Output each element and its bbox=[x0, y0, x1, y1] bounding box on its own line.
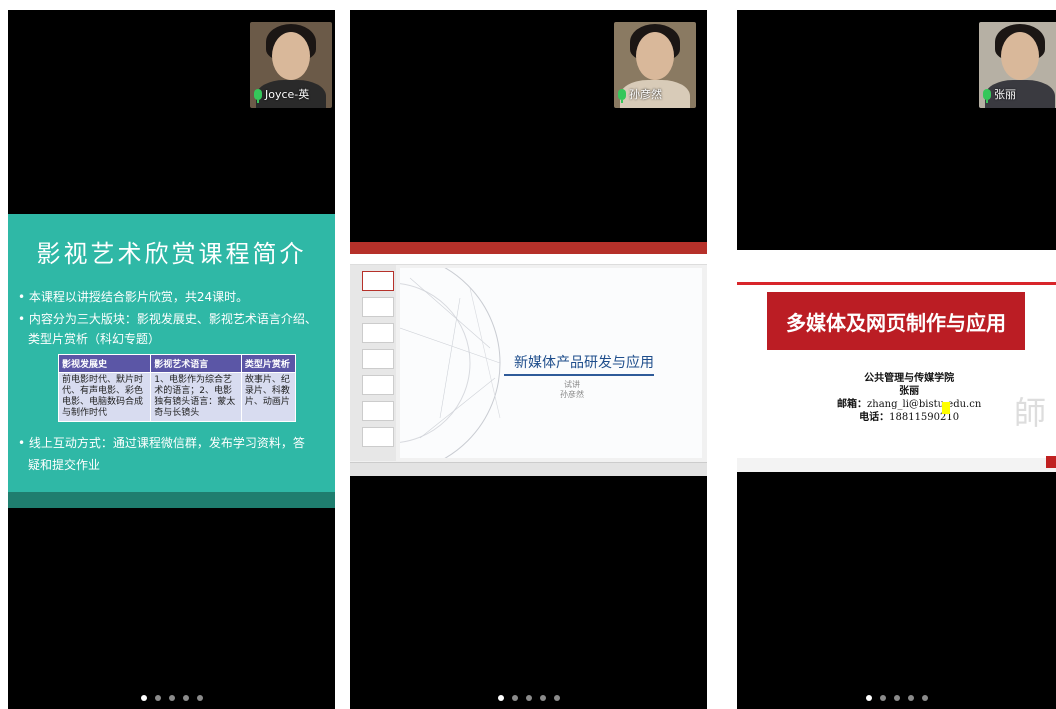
ppt-title-bar bbox=[350, 242, 707, 254]
ppt-status-bar bbox=[350, 462, 707, 476]
ppt-slide-thumbnails bbox=[350, 265, 396, 461]
page-dot[interactable] bbox=[865, 695, 872, 701]
table-header: 类型片赏析 bbox=[240, 354, 297, 373]
slide-corner-tab bbox=[1046, 456, 1056, 468]
video-panel-1[interactable]: Joyce-英 影视艺术欣赏课程简介 • 本课程以讲授结合影片欣赏，共24课时。… bbox=[8, 10, 335, 709]
slide-bullet: • 线上互动方式：通过课程微信群，发布学习资料，答 bbox=[18, 436, 305, 450]
participant-name: 孙彦然 bbox=[629, 88, 662, 101]
table-cell: 1、电影作为综合艺术的语言；2、电影独有镜头语言：蒙太奇与长镜头 bbox=[150, 372, 242, 422]
email-line: 邮箱：zhang_li@bistu.edu.cn bbox=[837, 398, 981, 411]
page-dot[interactable] bbox=[921, 695, 928, 701]
shared-powerpoint-window: 新媒体产品研发与应用 试讲 孙彦然 bbox=[350, 242, 707, 476]
page-dot[interactable] bbox=[511, 695, 518, 701]
ppt-subtitle: 试讲 孙彦然 bbox=[560, 380, 584, 400]
page-dot[interactable] bbox=[140, 695, 147, 701]
participant-label-3: 张丽 bbox=[983, 86, 1016, 103]
slide-title: 影视艺术欣赏课程简介 bbox=[36, 240, 307, 268]
participant-name: 张丽 bbox=[994, 88, 1016, 101]
mic-icon bbox=[983, 88, 991, 103]
highlight-mark bbox=[942, 402, 950, 414]
page-dot[interactable] bbox=[154, 695, 161, 701]
ppt-subtitle-line: 试讲 bbox=[564, 380, 580, 389]
table-cell: 故事片、纪录片、科教片、动画片 bbox=[240, 372, 297, 422]
slide-footer-strip bbox=[8, 492, 335, 508]
table-header: 影视艺术语言 bbox=[150, 354, 242, 373]
ppt-slide-thumb bbox=[362, 375, 394, 395]
slide-accent-line bbox=[737, 282, 1056, 285]
watermark-graphic: 師 bbox=[1013, 394, 1046, 432]
participant-thumbnail-1[interactable]: Joyce-英 bbox=[250, 22, 332, 108]
slide-bullet: • 内容分为三大版块：影视发展史、影视艺术语言介绍、 bbox=[18, 312, 317, 326]
shared-slide-1: 影视艺术欣赏课程简介 • 本课程以讲授结合影片欣赏，共24课时。 • 内容分为三… bbox=[8, 214, 335, 508]
page-indicator bbox=[350, 695, 707, 701]
participant-face bbox=[1001, 32, 1039, 80]
participant-label-2: 孙彦然 bbox=[618, 86, 662, 103]
ppt-slide-thumb bbox=[362, 401, 394, 421]
participant-face bbox=[272, 32, 310, 80]
presenter-info: 公共管理与传媒学院 张丽 邮箱：zhang_li@bistu.edu.cn 电话… bbox=[837, 372, 981, 424]
page-dot[interactable] bbox=[182, 695, 189, 701]
school-name: 公共管理与传媒学院 bbox=[864, 373, 955, 384]
page-dot[interactable] bbox=[893, 695, 900, 701]
page-dot[interactable] bbox=[907, 695, 914, 701]
participant-label-1: Joyce-英 bbox=[254, 86, 310, 103]
table-cell: 前电影时代、默片时代、有声电影、彩色电影、电脑数码合成与制作时代 bbox=[57, 372, 152, 422]
ppt-title-underline bbox=[504, 374, 654, 376]
ppt-slide-thumb bbox=[362, 271, 394, 291]
ppt-slide-canvas: 新媒体产品研发与应用 试讲 孙彦然 bbox=[400, 268, 702, 458]
page-dot[interactable] bbox=[497, 695, 504, 701]
ppt-slide-thumb bbox=[362, 323, 394, 343]
phone-label: 电话： bbox=[859, 412, 890, 423]
ppt-subtitle-line: 孙彦然 bbox=[560, 390, 584, 399]
participant-thumbnail-3[interactable]: 张丽 bbox=[979, 22, 1056, 108]
ppt-slide-title: 新媒体产品研发与应用 bbox=[514, 355, 654, 371]
page-indicator bbox=[737, 695, 1056, 701]
ppt-slide-thumb bbox=[362, 427, 394, 447]
participant-name: Joyce-英 bbox=[265, 88, 310, 101]
page-dot[interactable] bbox=[879, 695, 886, 701]
presenter-name: 张丽 bbox=[899, 386, 920, 397]
slide-table: 影视发展史 影视艺术语言 类型片赏析 前电影时代、默片时代、有声电影、彩色电影、… bbox=[57, 354, 297, 422]
mic-icon bbox=[254, 88, 262, 103]
page-dot[interactable] bbox=[539, 695, 546, 701]
slide-bullet: • 本课程以讲授结合影片欣赏，共24课时。 bbox=[18, 290, 249, 304]
ppt-ribbon bbox=[350, 254, 707, 265]
video-panel-2[interactable]: 孙彦然 新媒体产品研发与应用 试讲 孙彦然 bbox=[350, 10, 707, 709]
slide-title-banner: 多媒体及网页制作与应用 bbox=[767, 292, 1025, 350]
ppt-slide-thumb bbox=[362, 349, 394, 369]
page-indicator bbox=[8, 695, 335, 701]
email-label: 邮箱： bbox=[837, 399, 867, 410]
slide-footer-strip bbox=[737, 458, 1056, 472]
participant-face bbox=[636, 32, 674, 80]
mic-icon bbox=[618, 88, 626, 103]
page-dot[interactable] bbox=[553, 695, 560, 701]
page-dot[interactable] bbox=[168, 695, 175, 701]
email-value: zhang_li@bistu.edu.cn bbox=[867, 399, 982, 410]
participant-thumbnail-2[interactable]: 孙彦然 bbox=[614, 22, 696, 108]
phone-line: 电话：18811590210 bbox=[837, 411, 981, 424]
slide-bullet: 类型片赏析（科幻专题） bbox=[28, 332, 161, 346]
ppt-slide-thumb bbox=[362, 297, 394, 317]
page-dot[interactable] bbox=[525, 695, 532, 701]
shared-slide-3: 多媒体及网页制作与应用 師 公共管理与传媒学院 张丽 邮箱：zhang_li@b… bbox=[737, 250, 1056, 472]
video-panel-3[interactable]: 张丽 多媒体及网页制作与应用 師 公共管理与传媒学院 张丽 邮箱：zhang_l… bbox=[737, 10, 1056, 709]
table-header: 影视发展史 bbox=[57, 354, 152, 373]
slide-bullet: 疑和提交作业 bbox=[28, 458, 101, 472]
page-dot[interactable] bbox=[196, 695, 203, 701]
